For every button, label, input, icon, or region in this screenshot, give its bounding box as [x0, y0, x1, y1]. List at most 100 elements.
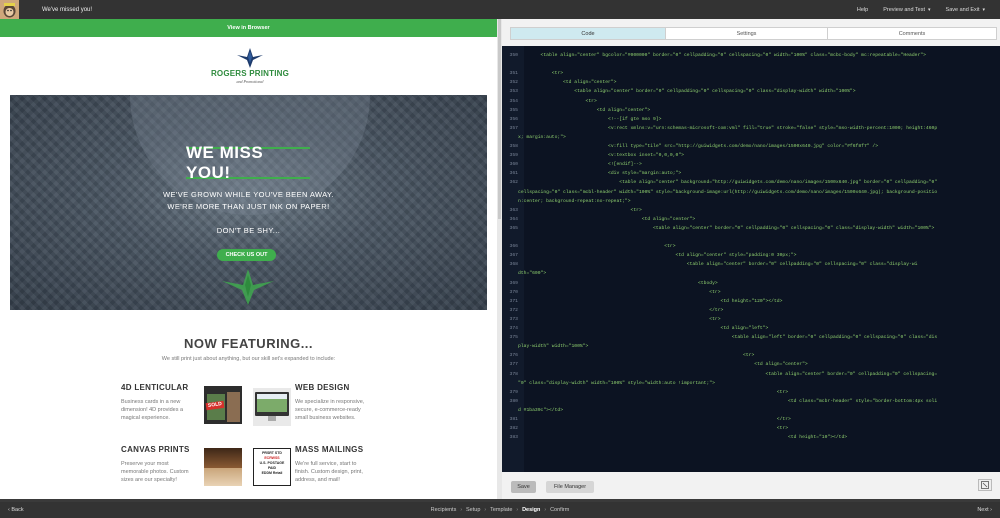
step-setup[interactable]: Setup [466, 507, 480, 513]
code-line[interactable]: x; margin:auto;"> [502, 134, 566, 142]
code-line[interactable]: 366 <tr> [502, 243, 676, 251]
code-line[interactable]: 367 <td align="center" style="padding:0 … [502, 252, 797, 260]
code-line[interactable]: 382 <tr> [502, 425, 789, 433]
line-number: 357 [509, 125, 518, 131]
code-line[interactable] [502, 234, 518, 242]
card-edge [227, 392, 240, 422]
code-text: <td align="center" style="padding:0 30px… [518, 253, 797, 259]
code-line[interactable]: n:center; background-repeat:no-repeat;"> [502, 198, 631, 206]
line-number: 359 [509, 153, 518, 159]
view-in-browser-bar[interactable]: View in Browser [0, 19, 497, 37]
file-manager-button[interactable]: File Manager [546, 481, 594, 493]
code-line[interactable]: 369 <tbody> [502, 280, 718, 288]
code-line[interactable]: dth="600"> [502, 270, 546, 278]
code-text: <![endif]--> [518, 162, 642, 168]
code-text: <table align="center" border="0" cellpad… [518, 225, 935, 231]
code-line[interactable]: 383 <td height="10"></td> [502, 434, 848, 442]
hero-title: WE MISS YOU! [186, 143, 264, 182]
avatar[interactable] [0, 0, 19, 19]
code-line[interactable]: 358 <v:fill type="tile" src="http://guiw… [502, 143, 879, 151]
preview-test-menu[interactable]: Preview and Test ▾ [883, 7, 930, 13]
code-line[interactable]: 368 <table align="center" border="0" cel… [502, 261, 918, 269]
code-line[interactable]: 364 <td align="center"> [502, 216, 696, 224]
code-text: <td height="120"></td> [518, 298, 783, 304]
step-recipients[interactable]: Recipients [431, 507, 457, 513]
tab-comments[interactable]: Comments [827, 27, 997, 40]
save-button[interactable]: Save [511, 481, 536, 493]
code-line[interactable]: play-width" width="100%"> [502, 343, 588, 351]
help-link[interactable]: Help [857, 7, 868, 13]
line-number: 356 [509, 116, 518, 122]
code-line[interactable]: 352 <td align="center"> [502, 79, 617, 87]
line-number: 376 [509, 353, 518, 359]
code-line[interactable]: 377 <td align="center"> [502, 361, 808, 369]
code-line[interactable]: 350 <table align="center" bgcolor="#0000… [502, 52, 926, 60]
feature-desc: Preserve your most memorable photos. Cus… [121, 461, 189, 483]
monitor-stand [268, 416, 276, 421]
line-number: 371 [509, 298, 518, 304]
line-number: 361 [509, 171, 518, 177]
line-number: 380 [509, 398, 518, 404]
tab-code[interactable]: Code [510, 27, 666, 40]
code-line[interactable]: 353 <table align="center" border="0" cel… [502, 88, 856, 96]
code-line[interactable]: 351 <tr> [502, 70, 563, 78]
step-design[interactable]: Design [522, 507, 540, 513]
code-editor[interactable]: 350 <table align="center" bgcolor="#0000… [502, 46, 1000, 472]
hero-banner: WE MISS YOU! WE'VE GROWN WHILE YOU'VE BE… [10, 95, 487, 310]
code-line[interactable]: 355 <td align="center"> [502, 107, 651, 115]
code-text: <td align="center"> [518, 362, 808, 368]
line-number: 368 [509, 262, 518, 268]
splitter-scrollbar[interactable] [498, 19, 501, 219]
code-line[interactable]: 376 <tr> [502, 352, 755, 360]
feature-desc: Business cards in a new dimension! 4D pr… [121, 399, 184, 421]
code-line[interactable]: 381 </tr> [502, 416, 791, 424]
tab-settings[interactable]: Settings [665, 27, 828, 40]
code-line[interactable]: 380 <td class="mcbr-header" style="borde… [502, 398, 938, 406]
code-line[interactable]: 379 <tr> [502, 389, 789, 397]
line-number: 378 [509, 371, 518, 377]
save-exit-menu[interactable]: Save and Exit ▾ [946, 7, 985, 13]
code-text: <tr> [518, 207, 642, 213]
expand-icon[interactable] [978, 479, 992, 491]
code-line[interactable]: 378 <table align="center" border="0" cel… [502, 371, 938, 379]
back-button[interactable]: ‹ Back [8, 507, 24, 513]
code-line[interactable]: 370 <tr> [502, 289, 721, 297]
check-us-out-button[interactable]: CHECK US OUT [217, 249, 276, 261]
code-line[interactable]: 375 <table align="left" border="0" cellp… [502, 334, 938, 342]
code-line[interactable]: cellspacing="0" class="mcbl-header" widt… [502, 189, 937, 197]
code-line[interactable]: 361 <div style="margin:auto;"> [502, 170, 682, 178]
editor-pane: Code Settings Comments 350 <table align=… [502, 19, 1000, 499]
logo-name: ROGERS PRINTING [210, 69, 290, 78]
code-line[interactable]: 354 <tr> [502, 98, 597, 106]
step-template[interactable]: Template [490, 507, 512, 513]
code-text: <table align="center" border="0" cellpad… [518, 89, 856, 95]
code-line[interactable]: 371 <td height="120"></td> [502, 298, 783, 306]
code-line[interactable]: 373 <tr> [502, 316, 721, 324]
chevron-right-icon: › [460, 507, 463, 513]
code-line[interactable]: 356 <!--[if gte mso 9]> [502, 116, 662, 124]
code-line[interactable]: 360 <![endif]--> [502, 161, 642, 169]
line-number: 360 [509, 162, 518, 168]
line-number: 353 [509, 89, 518, 95]
code-line[interactable]: d #1ba39c"></td> [502, 407, 563, 415]
line-number: 367 [509, 253, 518, 259]
code-line[interactable]: "0" class="display-width" width="100%" s… [502, 380, 715, 388]
code-line[interactable]: 372 </tr> [502, 307, 724, 315]
line-number: 372 [509, 307, 518, 313]
code-line[interactable]: 362 <table align="center" background="ht… [502, 179, 938, 187]
line-number: 352 [509, 80, 518, 86]
code-line[interactable]: 365 <table align="center" border="0" cel… [502, 225, 935, 233]
code-line[interactable]: 357 <v:rect xmlns:v="urn:schemas-microso… [502, 125, 938, 133]
next-button[interactable]: Next › [977, 507, 992, 513]
code-line[interactable]: 374 <td align="left"> [502, 325, 769, 333]
code-line[interactable]: 363 <tr> [502, 207, 642, 215]
crane-logo-icon [237, 48, 263, 68]
code-text: <td height="10"></td> [518, 435, 848, 441]
line-number: 374 [509, 326, 518, 331]
code-line[interactable]: 359 <v:textbox inset="0,0,0,0"> [502, 152, 684, 160]
step-confirm[interactable]: Confirm [550, 507, 569, 513]
code-text: x; margin:auto;"> [518, 134, 566, 140]
code-text: <table align="center" background="http:/… [518, 180, 938, 186]
code-line[interactable] [502, 61, 518, 69]
line-number: 366 [509, 244, 518, 250]
